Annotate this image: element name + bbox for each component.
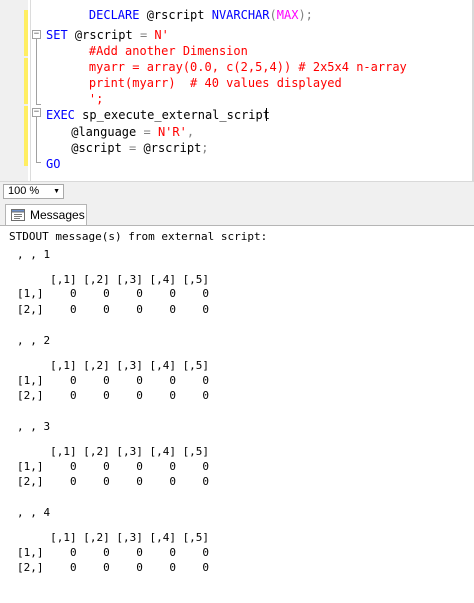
code-line[interactable]: GO <box>46 157 60 171</box>
matrix-header: [,1] [,2] [,3] [,4] [,5] <box>17 273 210 286</box>
change-bar <box>24 58 28 104</box>
code-token: print(myarr) # 40 values displayed <box>60 76 342 90</box>
code-token: DECLARE <box>88 8 140 22</box>
tab-messages[interactable]: Messages <box>5 204 87 225</box>
change-bar <box>24 106 28 166</box>
slice-label: , , 3 <box>17 420 51 433</box>
zoom-value: 100 % <box>8 185 40 197</box>
margin-divider <box>30 0 31 181</box>
code-line[interactable]: print(myarr) # 40 values displayed <box>60 76 342 90</box>
matrix-row: [2,] 0 0 0 0 0 <box>17 303 210 316</box>
code-token: @rscript <box>139 8 212 22</box>
code-token: NVARCHAR <box>211 8 270 22</box>
matrix-header: [,1] [,2] [,3] [,4] [,5] <box>17 531 210 544</box>
code-token: MAX <box>276 8 299 22</box>
change-bar <box>24 10 28 56</box>
collapse-icon[interactable]: − <box>32 30 41 39</box>
code-token: ; <box>201 141 209 155</box>
code-token: '; <box>60 92 104 106</box>
tab-label: Messages <box>30 208 85 222</box>
slice-label: , , 1 <box>17 248 51 261</box>
collapse-icon[interactable]: − <box>32 108 41 117</box>
matrix-header: [,1] [,2] [,3] [,4] [,5] <box>17 359 210 372</box>
code-token: N'R' <box>157 125 187 139</box>
slice-label: , , 2 <box>17 334 51 347</box>
code-line[interactable]: '; <box>60 92 103 106</box>
matrix-row: [2,] 0 0 0 0 0 <box>17 475 210 488</box>
matrix-header: [,1] [,2] [,3] [,4] [,5] <box>17 445 210 458</box>
code-line[interactable]: DECLARE @rscript NVARCHAR(MAX); <box>60 8 313 22</box>
outline-guide-end <box>36 162 41 163</box>
code-token: , <box>186 125 195 139</box>
code-token: N' <box>154 28 169 42</box>
matrix-row: [1,] 0 0 0 0 0 <box>17 460 210 473</box>
stdout-header: STDOUT message(s) from external script: <box>9 230 268 243</box>
code-token: @language <box>64 125 144 139</box>
query-editor[interactable]: − − DECLARE @rscript NVARCHAR(MAX); SET @… <box>0 0 474 181</box>
text-caret <box>266 108 267 121</box>
code-token: SET <box>46 28 68 42</box>
code-token: #Add another Dimension <box>60 44 248 58</box>
outline-guide <box>36 117 37 163</box>
code-token: GO <box>46 157 61 171</box>
chevron-down-icon[interactable]: ▼ <box>53 185 60 198</box>
outline-guide <box>36 39 37 105</box>
code-token: myarr = array(0.0, c(2,5,4)) # 2x5x4 n-a… <box>60 60 407 74</box>
messages-icon <box>11 209 25 221</box>
code-token: @rscript <box>67 28 140 42</box>
matrix-row: [1,] 0 0 0 0 0 <box>17 546 210 559</box>
matrix-row: [1,] 0 0 0 0 0 <box>17 287 210 300</box>
code-token: @rscript <box>136 141 202 155</box>
matrix-row: [2,] 0 0 0 0 0 <box>17 561 210 574</box>
matrix-row: [1,] 0 0 0 0 0 <box>17 374 210 387</box>
code-line[interactable]: EXEC sp_execute_external_script <box>46 108 270 122</box>
code-token: EXEC <box>46 108 75 122</box>
code-token: ); <box>298 8 313 22</box>
code-token: @script <box>64 141 130 155</box>
code-token: = <box>143 125 151 139</box>
code-token: ( <box>269 8 277 22</box>
outline-guide-end <box>36 104 41 105</box>
code-line[interactable]: @script = @rscript; <box>64 141 209 155</box>
code-line[interactable]: SET @rscript = N' <box>46 28 169 42</box>
matrix-row: [2,] 0 0 0 0 0 <box>17 389 210 402</box>
code-line[interactable]: myarr = array(0.0, c(2,5,4)) # 2x5x4 n-a… <box>60 60 407 74</box>
zoom-dropdown[interactable]: 100 % ▼ <box>3 184 64 199</box>
messages-pane[interactable]: STDOUT message(s) from external script: … <box>0 226 474 603</box>
results-tab-strip: Messages <box>0 202 474 226</box>
slice-label: , , 4 <box>17 506 51 519</box>
zoom-bar: 100 % ▼ <box>0 181 474 202</box>
code-token: sp_execute_external_script <box>74 108 270 122</box>
code-line[interactable]: @language = N'R', <box>64 125 194 139</box>
code-line[interactable]: #Add another Dimension <box>60 44 248 58</box>
